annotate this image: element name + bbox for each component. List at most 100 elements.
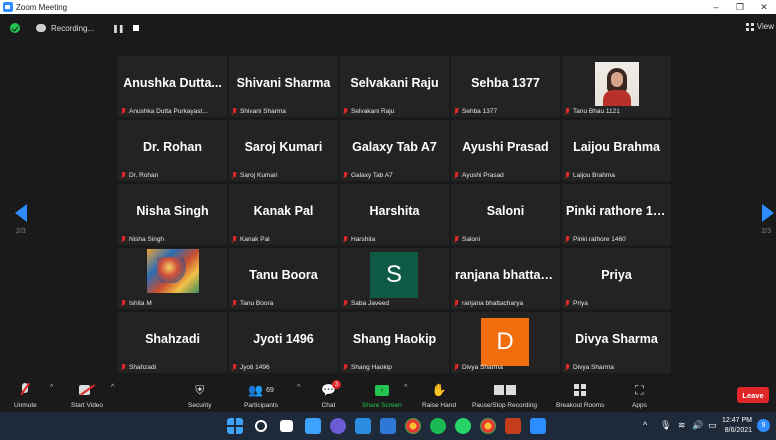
video-options-caret-icon[interactable]: ^ bbox=[111, 384, 114, 391]
muted-mic-icon bbox=[121, 172, 126, 179]
participants-count: 69 bbox=[266, 386, 274, 394]
chat-button[interactable]: 💬 3 Chat bbox=[321, 380, 341, 409]
participant-tile[interactable]: Galaxy Tab A7 Galaxy Tab A7 bbox=[340, 120, 449, 181]
search-icon[interactable] bbox=[255, 420, 267, 432]
muted-mic-icon bbox=[454, 364, 459, 371]
next-page-arrow-icon[interactable] bbox=[762, 204, 774, 222]
gallery-grid: Anushka Dutta... Anushka Dutta Purkayast.… bbox=[118, 56, 671, 373]
powerpoint-icon[interactable] bbox=[505, 418, 521, 434]
participant-label: Dr. Rohan bbox=[121, 172, 225, 179]
participant-tile[interactable]: Ayushi Prasad Ayushi Prasad bbox=[451, 120, 560, 181]
start-video-button[interactable]: Start Video bbox=[71, 382, 103, 409]
participant-tile[interactable]: Laijou Brahma Laijou Brahma bbox=[562, 120, 671, 181]
raise-hand-button[interactable]: ✋ Raise Hand bbox=[422, 382, 456, 409]
participant-tile[interactable]: Pinki rathore 14... Pinki rathore 1460 bbox=[562, 184, 671, 245]
participant-tile[interactable]: Harshita Harshita bbox=[340, 184, 449, 245]
participant-label: Divya Sharma bbox=[454, 364, 558, 371]
participant-tile[interactable]: Priya Priya bbox=[562, 248, 671, 309]
zoom-app-icon bbox=[3, 2, 13, 12]
share-options-caret-icon[interactable]: ^ bbox=[404, 384, 407, 391]
chrome-icon[interactable] bbox=[405, 418, 421, 434]
muted-mic-icon bbox=[232, 172, 237, 179]
participants-caret-icon[interactable]: ^ bbox=[297, 384, 300, 391]
participant-tile[interactable]: Dr. Rohan Dr. Rohan bbox=[118, 120, 227, 181]
participant-photo bbox=[595, 62, 639, 106]
grid-view-icon bbox=[745, 22, 754, 31]
participant-label: Shahzadi bbox=[121, 364, 225, 371]
participant-tile[interactable]: S Saba Javeed bbox=[340, 248, 449, 309]
participant-display-name: Sehba 1377 bbox=[471, 76, 540, 90]
participant-tile[interactable]: Anushka Dutta... Anushka Dutta Purkayast.… bbox=[118, 56, 227, 117]
pause-recording-icon[interactable]: ❚❚ bbox=[112, 24, 124, 33]
spotify-icon[interactable] bbox=[430, 418, 446, 434]
meeting-info-shield-icon[interactable] bbox=[10, 23, 20, 33]
muted-mic-icon bbox=[232, 236, 237, 243]
muted-mic-icon bbox=[343, 300, 348, 307]
microphone-tray-icon[interactable]: 🎙 bbox=[660, 420, 671, 431]
security-shield-icon: ⛨ bbox=[195, 382, 205, 397]
notification-badge[interactable]: 9 bbox=[757, 419, 770, 432]
muted-mic-icon bbox=[565, 364, 570, 371]
muted-mic-icon bbox=[121, 236, 126, 243]
start-windows-icon[interactable] bbox=[227, 418, 243, 434]
participant-tile[interactable]: Divya Sharma Divya Sharma bbox=[562, 312, 671, 373]
teams-chat-icon[interactable] bbox=[330, 418, 346, 434]
participant-tile[interactable]: Shivani Sharma Shivani Sharma bbox=[229, 56, 338, 117]
volume-icon[interactable]: 🔊 bbox=[692, 420, 703, 431]
zoom-taskbar-icon[interactable] bbox=[530, 418, 546, 434]
participant-tile[interactable]: Ishita M bbox=[118, 248, 227, 309]
clock[interactable]: 12:47 PM 8/6/2021 bbox=[722, 416, 752, 436]
audio-options-caret-icon[interactable]: ^ bbox=[50, 384, 53, 391]
participant-name: Saroj Kumari bbox=[240, 172, 278, 179]
participant-display-name: Galaxy Tab A7 bbox=[352, 140, 437, 154]
participant-tile[interactable]: Saloni Saloni bbox=[451, 184, 560, 245]
participant-tile[interactable]: Kanak Pal Kanak Pal bbox=[229, 184, 338, 245]
participant-tile[interactable]: Tanu Boora Tanu Boora bbox=[229, 248, 338, 309]
unmute-button[interactable]: Unmute bbox=[14, 382, 37, 409]
participant-display-name: Ayushi Prasad bbox=[462, 140, 549, 154]
participant-label: Sehba 1377 bbox=[454, 108, 558, 115]
pause-stop-recording-button[interactable]: Pause/Stop Recording bbox=[472, 382, 537, 409]
participant-tile[interactable]: Sehba 1377 Sehba 1377 bbox=[451, 56, 560, 117]
participant-tile[interactable]: ranjana bhattac... ranjana bhattacharya bbox=[451, 248, 560, 309]
participant-tile[interactable]: Shang Haokip Shang Haokip bbox=[340, 312, 449, 373]
participant-tile[interactable]: Shahzadi Shahzadi bbox=[118, 312, 227, 373]
participant-label: Nisha Singh bbox=[121, 236, 225, 243]
participant-tile[interactable]: Saroj Kumari Saroj Kumari bbox=[229, 120, 338, 181]
participant-display-name: Shang Haokip bbox=[352, 332, 437, 346]
wifi-icon[interactable]: ≋ bbox=[678, 420, 686, 431]
apps-button[interactable]: ⛶ Apps bbox=[632, 382, 647, 410]
participants-button[interactable]: 👥 69 Participants bbox=[244, 382, 278, 409]
view-button[interactable]: View bbox=[745, 22, 774, 31]
share-screen-button[interactable]: ↑ Share Screen bbox=[362, 382, 402, 409]
pause-stop-recording-label: Pause/Stop Recording bbox=[472, 402, 538, 409]
participant-label: Harshita bbox=[343, 236, 447, 243]
whatsapp-icon[interactable] bbox=[455, 418, 471, 434]
clock-date: 8/6/2021 bbox=[724, 427, 752, 434]
participant-name: Divya Sharma bbox=[462, 364, 503, 371]
minimize-button[interactable]: – bbox=[704, 0, 728, 14]
participant-tile[interactable]: D Divya Sharma bbox=[451, 312, 560, 373]
participants-icon: 👥 bbox=[248, 383, 264, 397]
participant-tile[interactable]: Jyoti 1496 Jyoti 1496 bbox=[229, 312, 338, 373]
stop-recording-icon[interactable] bbox=[132, 25, 139, 31]
participant-name: Shahzadi bbox=[129, 364, 157, 371]
widgets-icon[interactable] bbox=[305, 418, 321, 434]
task-view-icon[interactable] bbox=[280, 420, 293, 432]
participant-tile[interactable]: Nisha Singh Nisha Singh bbox=[118, 184, 227, 245]
close-button[interactable]: ✕ bbox=[752, 0, 776, 14]
desktop-app-icon[interactable] bbox=[355, 418, 371, 434]
participant-tile[interactable]: Tanu Bhau 1121 bbox=[562, 56, 671, 117]
leave-button[interactable]: Leave bbox=[737, 387, 769, 403]
security-button[interactable]: ⛨ Security bbox=[188, 382, 211, 410]
mail-icon[interactable] bbox=[380, 418, 396, 434]
chrome-profile-icon[interactable] bbox=[480, 418, 496, 434]
previous-page-arrow-icon[interactable] bbox=[15, 204, 27, 222]
restore-button[interactable]: ❐ bbox=[728, 0, 752, 14]
breakout-rooms-button[interactable]: Breakout Rooms bbox=[556, 382, 604, 409]
participant-label: Ishita M bbox=[121, 300, 225, 307]
chevron-up-icon[interactable]: ^ bbox=[643, 420, 647, 430]
muted-mic-icon bbox=[454, 300, 459, 307]
battery-icon[interactable]: ▭ bbox=[708, 420, 717, 431]
participant-tile[interactable]: Selvakani Raju Selvakani Raju bbox=[340, 56, 449, 117]
